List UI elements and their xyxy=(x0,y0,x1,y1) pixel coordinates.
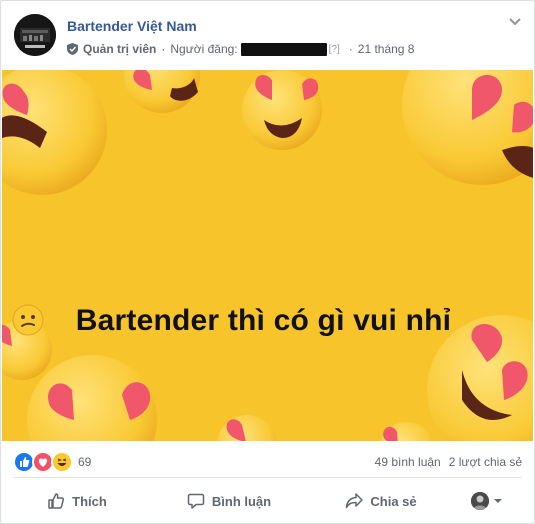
confused-face-icon xyxy=(12,304,44,336)
comment-label: Bình luận xyxy=(211,493,272,509)
actor-avatar xyxy=(471,492,489,510)
reactions-summary[interactable]: 69 xyxy=(13,451,91,473)
share-count-link[interactable]: 2 lượt chia sẻ xyxy=(449,455,522,469)
caret-down-icon xyxy=(494,499,502,503)
post-actions: Thích Bình luận Chia sẻ xyxy=(1,478,534,523)
shield-icon xyxy=(67,43,78,55)
reaction-count[interactable]: 69 xyxy=(78,455,91,469)
haha-icon xyxy=(51,451,73,473)
post-stats: 69 49 bình luận 2 lượt chia sẻ xyxy=(1,442,534,478)
share-icon xyxy=(346,493,364,509)
stats-right: 49 bình luận 2 lượt chia sẻ xyxy=(375,455,522,469)
like-button[interactable]: Thích xyxy=(1,485,153,517)
comment-button[interactable]: Bình luận xyxy=(153,485,305,517)
actor-switcher[interactable] xyxy=(471,492,503,510)
help-link[interactable]: [?] xyxy=(329,44,340,55)
post-meta: Quản trị viên · Người đăng: [?] · 21 thá… xyxy=(67,41,414,57)
post-header: Bartender Việt Nam Quản trị viên · Người… xyxy=(1,1,534,69)
post-banner[interactable]: Bartender thì có gì vui nhỉ xyxy=(2,70,533,441)
admin-role-label: Quản trị viên xyxy=(83,42,157,56)
thumbs-up-icon xyxy=(48,493,65,509)
banner-message: Bartender thì có gì vui nhỉ xyxy=(75,304,452,337)
poster-label: Người đăng: xyxy=(170,42,238,56)
redacted-poster-name xyxy=(240,42,327,56)
comment-count-link[interactable]: 49 bình luận xyxy=(375,455,441,469)
like-label: Thích xyxy=(72,493,107,509)
post-timestamp[interactable]: 21 tháng 8 xyxy=(358,42,415,56)
banner-text: Bartender thì có gì vui nhỉ xyxy=(2,304,533,338)
post-card: Bartender Việt Nam Quản trị viên · Người… xyxy=(0,0,535,524)
share-button[interactable]: Chia sẻ xyxy=(305,485,457,517)
share-label: Chia sẻ xyxy=(370,493,417,509)
chevron-down-icon[interactable] xyxy=(508,17,522,27)
page-name-link[interactable]: Bartender Việt Nam xyxy=(67,18,197,34)
page-avatar[interactable] xyxy=(14,14,56,56)
comment-icon xyxy=(187,493,205,509)
emoji-pattern xyxy=(2,70,533,441)
